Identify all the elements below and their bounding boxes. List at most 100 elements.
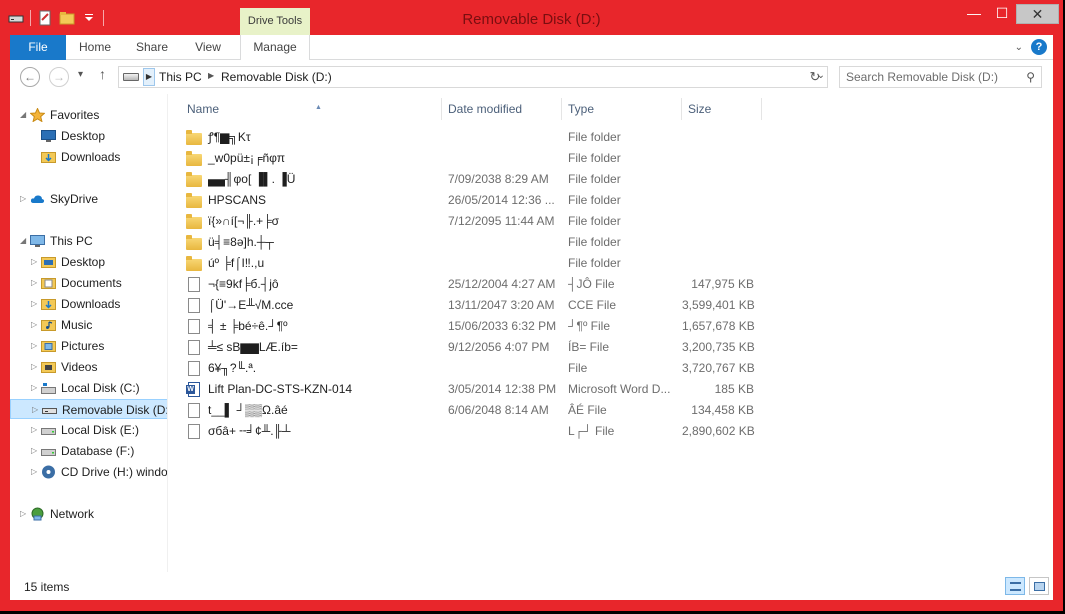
collapsed-chevron-icon[interactable]: ▷ [20, 189, 26, 209]
breadcrumb-separator-icon[interactable]: ▶ [208, 71, 214, 80]
file-date: 13/11/2047 3:20 AM [448, 298, 555, 312]
collapsed-chevron-icon[interactable]: ▷ [31, 252, 37, 272]
collapsed-chevron-icon[interactable]: ▷ [31, 441, 37, 461]
folder-icon [186, 235, 202, 250]
collapsed-chevron-icon[interactable]: ▷ [31, 315, 37, 335]
up-button[interactable]: ↑ [99, 66, 106, 82]
nav-item[interactable]: Desktop [10, 126, 167, 146]
breadcrumb-this-pc[interactable]: This PC [159, 70, 202, 84]
file-row[interactable]: _w0pü±¡╒ñφπ File folder [182, 148, 762, 169]
collapsed-chevron-icon[interactable]: ▷ [31, 462, 37, 482]
details-view-icon [1010, 582, 1021, 591]
file-row[interactable]: HPSCANS 26/05/2014 12:36 ... File folder [182, 190, 762, 211]
back-button[interactable]: ← [20, 67, 40, 87]
file-type: ┤JÔ File [568, 277, 615, 291]
column-header-date[interactable]: Date modified [448, 100, 558, 118]
nav-item[interactable]: ▷ Local Disk (E:) [10, 420, 167, 440]
address-field[interactable]: ▶ This PC ▶ Removable Disk (D:) ⌄ [118, 66, 828, 88]
column-header-size[interactable]: Size [688, 100, 758, 118]
file-row[interactable]: ï{»∩í[¬╟.+╞σ 7/12/2095 11:44 AM File folde… [182, 211, 762, 232]
nav-item[interactable]: ▷ SkyDrive [10, 189, 167, 209]
tab-manage[interactable]: Manage [240, 35, 310, 60]
file-size: 3,720,767 KB [682, 361, 755, 375]
expanded-chevron-icon[interactable]: ◢ [20, 105, 26, 125]
file-name: úº ╞f⌠I‼.,u [208, 256, 265, 270]
file-row[interactable]: ╧≤ sB▆▆LÆ.íb= 9/12/2056 4:07 PM ÍB= File 3,… [182, 337, 762, 358]
file-row[interactable]: ╡ ± ╞bé÷ê.┘¶º 15/06/2033 6:32 PM ┘¶º File 1… [182, 316, 762, 337]
nav-item[interactable]: ▷ Database (F:) [10, 441, 167, 461]
nav-item[interactable]: ▷ Removable Disk (D:) [10, 399, 167, 420]
column-divider[interactable] [561, 98, 562, 120]
close-button[interactable]: ✕ [1016, 4, 1059, 24]
tab-home[interactable]: Home [66, 35, 124, 60]
column-divider[interactable] [441, 98, 442, 120]
tab-view[interactable]: View [180, 35, 236, 60]
recent-locations-dropdown[interactable]: ▾ [78, 69, 83, 80]
file-row[interactable]: ꝭ¶▆╗Kτ File folder [182, 127, 762, 148]
nav-item-label: Downloads [61, 150, 121, 164]
search-input[interactable]: Search Removable Disk (D:) ⚲ [839, 66, 1042, 88]
nav-item[interactable]: ▷ CD Drive (H:) windo [10, 462, 168, 482]
details-view-button[interactable] [1005, 577, 1025, 595]
file-row[interactable]: 6¥╖?╙.ª. File 3,720,767 KB [182, 358, 762, 379]
nav-item-label: Desktop [61, 255, 106, 269]
collapsed-chevron-icon[interactable]: ▷ [31, 420, 37, 440]
collapsed-chevron-icon[interactable]: ▷ [31, 378, 37, 398]
refresh-button[interactable]: ↻ [806, 69, 824, 85]
file-name: ⌠Ü'→E╨√M.cce [208, 298, 294, 312]
file-row[interactable]: ⌠Ü'→E╨√M.cce 13/11/2047 3:20 AM CCE File 3,… [182, 295, 762, 316]
nav-item[interactable]: ◢ Favorites [10, 105, 167, 125]
collapsed-chevron-icon[interactable]: ▷ [31, 273, 37, 293]
cloud-icon [30, 192, 45, 206]
maximize-button[interactable]: ☐ [988, 4, 1016, 24]
nav-item[interactable]: ▷ Network [10, 504, 167, 524]
file-name: ¬{≡9kf╞б.┤jô [208, 277, 279, 291]
collapsed-chevron-icon[interactable]: ▷ [20, 504, 26, 524]
nav-item-label: Local Disk (C:) [61, 381, 140, 395]
nav-item-label: Favorites [50, 108, 100, 122]
tab-file[interactable]: File [10, 35, 66, 60]
nav-item[interactable]: ▷ Local Disk (C:) [10, 378, 167, 398]
column-header-name[interactable]: Name ▲ [187, 100, 437, 118]
nav-item[interactable]: ▷ Downloads [10, 294, 167, 314]
folder-icon [186, 214, 202, 229]
nav-item[interactable]: ▷ Music [10, 315, 167, 335]
large-icons-view-button[interactable] [1029, 577, 1049, 595]
nav-item[interactable]: ▷ Videos [10, 357, 167, 377]
forward-button[interactable]: → [49, 67, 69, 87]
nav-item[interactable]: ◢ This PC [10, 231, 167, 251]
drive-icon [41, 444, 56, 458]
nav-item[interactable]: ▷ Desktop [10, 252, 167, 272]
expanded-chevron-icon[interactable]: ◢ [20, 231, 26, 251]
chevron-down-icon[interactable]: ⌄ [1015, 42, 1023, 53]
nav-item[interactable]: ▷ Pictures [10, 336, 167, 356]
desktop-folder-icon [41, 255, 56, 269]
file-size: 2,890,602 KB [682, 424, 755, 438]
breadcrumb-removable-disk[interactable]: Removable Disk (D:) [221, 70, 332, 84]
column-divider[interactable] [761, 98, 762, 120]
file-row[interactable]: ▄▄╢φo[ ▐▌. ▐Ü 7/09/2038 8:29 AM File folde… [182, 169, 762, 190]
nav-item[interactable]: ▷ Documents [10, 273, 167, 293]
file-icon [188, 277, 200, 292]
breadcrumb-chevron-icon[interactable]: ▶ [143, 68, 155, 86]
file-row[interactable]: σбâ+ ╌╛¢╨.╟┴ L┌┘ File 2,890,602 KB [182, 421, 762, 442]
file-row[interactable]: ü╡≡8ǝ]h.┼┬ File folder [182, 232, 762, 253]
search-icon[interactable]: ⚲ [1026, 70, 1035, 84]
file-row[interactable]: ¬{≡9kf╞б.┤jô 25/12/2004 4:27 AM ┤JÔ File 14… [182, 274, 762, 295]
file-row[interactable]: Lift Plan-DC-STS-KZN-014 3/05/2014 12:38 … [182, 379, 762, 400]
column-divider[interactable] [681, 98, 682, 120]
file-row[interactable]: t__▌ ┘▒▒Ω.âé 6/06/2048 8:14 AM ÂÉ File 134,… [182, 400, 762, 421]
column-header-type[interactable]: Type [568, 100, 678, 118]
help-icon[interactable]: ? [1031, 39, 1047, 55]
minimize-button[interactable]: — [960, 4, 988, 24]
tab-share[interactable]: Share [124, 35, 180, 60]
nav-item[interactable]: Downloads [10, 147, 167, 167]
folder-icon [186, 130, 202, 145]
file-row[interactable]: úº ╞f⌠I‼.,u File folder [182, 253, 762, 274]
file-type: Microsoft Word D... [568, 382, 671, 396]
collapsed-chevron-icon[interactable]: ▷ [32, 400, 38, 420]
nav-item-label: CD Drive (H:) windo [61, 465, 168, 479]
collapsed-chevron-icon[interactable]: ▷ [31, 336, 37, 356]
collapsed-chevron-icon[interactable]: ▷ [31, 357, 37, 377]
collapsed-chevron-icon[interactable]: ▷ [31, 294, 37, 314]
